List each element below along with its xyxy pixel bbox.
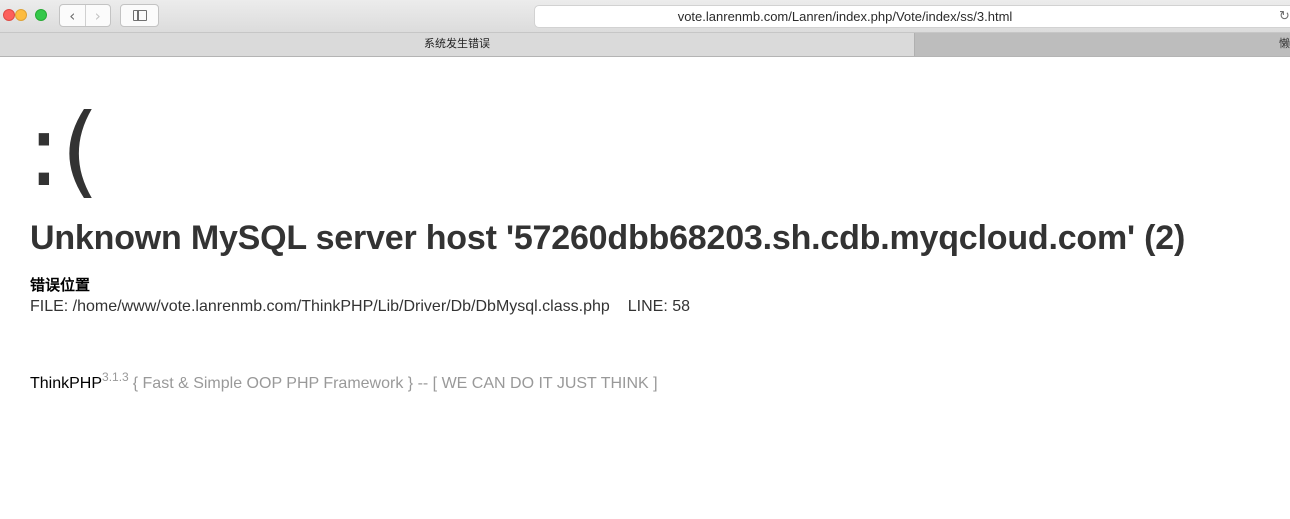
navigation-buttons: ‹ ›: [59, 4, 111, 27]
address-url[interactable]: vote.lanrenmb.com/Lanren/index.php/Vote/…: [535, 6, 1155, 27]
framework-tagline: { Fast & Simple OOP PHP Framework } -- […: [132, 375, 658, 392]
address-bar[interactable]: vote.lanrenmb.com/Lanren/index.php/Vote/…: [534, 5, 1290, 28]
sidebar-icon: [133, 10, 147, 21]
window-maximize-button[interactable]: [35, 9, 47, 21]
error-message: Unknown MySQL server host '57260dbb68203…: [30, 219, 1186, 257]
tab-active[interactable]: 系统发生错误: [0, 33, 915, 56]
window-close-button[interactable]: [3, 9, 15, 21]
tab-inactive[interactable]: 懒: [915, 33, 1290, 56]
tab-label: 系统发生错误: [424, 38, 490, 50]
error-location-title: 错误位置: [30, 277, 91, 294]
reload-icon[interactable]: ↻: [1279, 6, 1290, 27]
window-minimize-button[interactable]: [15, 9, 27, 21]
error-file: FILE: /home/www/vote.lanrenmb.com/ThinkP…: [30, 298, 610, 315]
browser-toolbar: ‹ › vote.lanrenmb.com/Lanren/index.php/V…: [0, 0, 1290, 33]
framework-link[interactable]: ThinkPHP: [30, 375, 102, 392]
error-location: FILE: /home/www/vote.lanrenmb.com/ThinkP…: [30, 298, 690, 316]
chevron-right-icon[interactable]: ›: [84, 5, 111, 26]
tab-label: 懒: [1279, 38, 1290, 50]
chevron-left-icon[interactable]: ‹: [60, 5, 85, 26]
sidebar-toggle-button[interactable]: [120, 4, 159, 27]
framework-version: 3.1.3: [102, 370, 129, 384]
error-line: LINE: 58: [627, 298, 691, 315]
tab-bar: 系统发生错误 懒: [0, 33, 1290, 57]
framework-footer: ThinkPHP3.1.3{ Fast & Simple OOP PHP Fra…: [30, 370, 658, 393]
sad-face: :(: [27, 92, 100, 209]
